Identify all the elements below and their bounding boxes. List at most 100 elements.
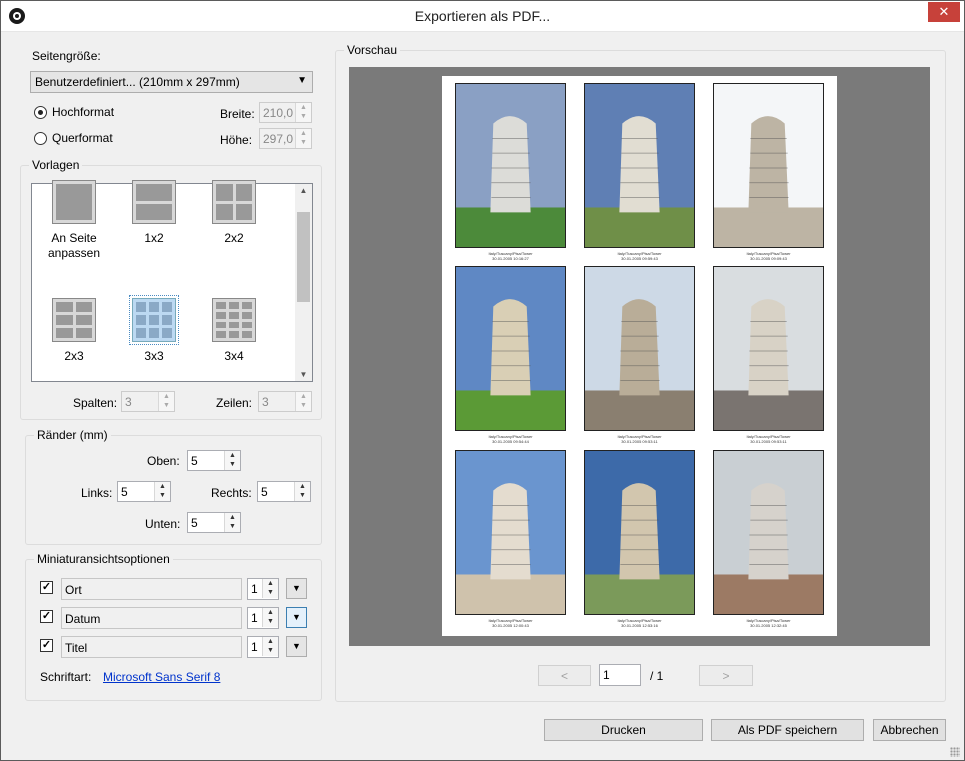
option-lines-stepper[interactable]: 1 ▲ ▼	[247, 607, 279, 629]
scroll-up-icon[interactable]: ▲	[295, 186, 312, 195]
spin-down-icon[interactable]: ▼	[159, 401, 174, 410]
spin-up-icon[interactable]: ▲	[225, 451, 240, 460]
preview-thumbnail: Italy/Tuscany/Pisa/Tower 30.01.2005 09:53…	[713, 266, 824, 444]
spin-down-icon[interactable]: ▼	[295, 491, 310, 500]
margin-right-value: 5	[261, 485, 268, 499]
option-dropdown-button[interactable]: ▼	[286, 607, 307, 628]
thumbnail-caption-date: 30.01.2005 12:32:45	[750, 623, 787, 628]
chevron-down-icon: ▼	[292, 583, 301, 593]
option-lines-value: 1	[251, 582, 258, 596]
template-3x4[interactable]: 3x4	[194, 298, 274, 364]
margin-bottom-stepper[interactable]: 5 ▲ ▼	[187, 512, 241, 533]
spin-up-icon[interactable]: ▲	[263, 579, 278, 588]
spin-up-icon[interactable]: ▲	[296, 103, 311, 112]
chevron-down-icon: ▼	[292, 612, 301, 622]
preview-thumbnail: Italy/Tuscany/Pisa/Tower 30.01.2005 09:54…	[455, 266, 566, 444]
thumbnail-photo	[584, 83, 695, 248]
template-grid-icon	[132, 180, 176, 224]
template-2x3[interactable]: 2x3	[34, 298, 114, 364]
cancel-button[interactable]: Abbrechen	[873, 719, 946, 741]
preview-thumbnail: Italy/Tuscany/Pisa/Tower 30.01.2005 09:59…	[584, 83, 695, 261]
next-page-button[interactable]: >	[699, 665, 753, 686]
spin-up-icon[interactable]: ▲	[263, 608, 278, 617]
margin-left-stepper[interactable]: 5 ▲ ▼	[117, 481, 171, 502]
thumbnail-caption-date: 30.01.2005 09:53:11	[621, 439, 658, 444]
page-size-label: Seitengröße:	[32, 49, 101, 63]
option-checkbox-titel[interactable]: ✓	[40, 639, 53, 652]
template-scrollbar[interactable]: ▲ ▼	[295, 184, 312, 381]
page-number-input[interactable]: 1	[599, 664, 641, 686]
spin-up-icon[interactable]: ▲	[295, 482, 310, 491]
template-3x3[interactable]: 3x3	[114, 295, 194, 364]
spin-down-icon[interactable]: ▼	[263, 646, 278, 655]
option-dropdown-button[interactable]: ▼	[286, 578, 307, 599]
preview-legend: Vorschau	[344, 43, 401, 57]
template-grid-icon	[52, 180, 96, 224]
option-lines-stepper[interactable]: 1 ▲ ▼	[247, 578, 279, 600]
margin-left-label: Links:	[81, 486, 113, 500]
spin-up-icon[interactable]: ▲	[296, 392, 311, 401]
option-checkbox-datum[interactable]: ✓	[40, 610, 53, 623]
height-stepper[interactable]: 297,0 ▲ ▼	[259, 128, 312, 149]
template-list[interactable]: An Seite anpassen 1x2 2x2 2x3 3x3 3x4 ▲ ▼	[31, 180, 313, 382]
margin-top-stepper[interactable]: 5 ▲ ▼	[187, 450, 241, 471]
template-2x2[interactable]: 2x2	[194, 180, 274, 246]
window-title: Exportieren als PDF...	[414, 8, 551, 24]
page-size-select[interactable]: Benutzerdefiniert... (210mm x 297mm) ▼	[30, 71, 313, 93]
margin-right-stepper[interactable]: 5 ▲ ▼	[257, 481, 311, 502]
width-stepper[interactable]: 210,0 ▲ ▼	[259, 102, 312, 123]
option-lines-stepper[interactable]: 1 ▲ ▼	[247, 636, 279, 658]
option-dropdown-button[interactable]: ▼	[286, 636, 307, 657]
template-label: 3x3	[144, 349, 164, 363]
thumbnail-photo	[584, 450, 695, 615]
template-an-seite-anpassen[interactable]: An Seite anpassen	[34, 180, 114, 261]
spin-up-icon[interactable]: ▲	[159, 392, 174, 401]
page-number-value: 1	[603, 668, 610, 682]
scroll-thumb[interactable]	[297, 212, 310, 302]
resize-grip-icon[interactable]	[950, 747, 960, 757]
spin-down-icon[interactable]: ▼	[263, 617, 278, 626]
option-field-datum[interactable]: Datum	[61, 607, 242, 629]
spin-up-icon[interactable]: ▲	[155, 482, 170, 491]
option-field-titel[interactable]: Titel	[61, 636, 242, 658]
spin-down-icon[interactable]: ▼	[263, 588, 278, 597]
font-link[interactable]: Microsoft Sans Serif 8	[103, 670, 220, 684]
spin-down-icon[interactable]: ▼	[155, 491, 170, 500]
thumbnail-photo	[455, 266, 566, 431]
print-button[interactable]: Drucken	[544, 719, 703, 741]
close-button[interactable]: ✕	[928, 2, 960, 22]
spin-up-icon[interactable]: ▲	[263, 637, 278, 646]
margin-left-value: 5	[121, 485, 128, 499]
prev-page-button[interactable]: <	[538, 665, 591, 686]
spin-down-icon[interactable]: ▼	[296, 112, 311, 121]
spin-up-icon[interactable]: ▲	[296, 129, 311, 138]
thumbnail-caption-date: 30.01.2005 12:53:16	[621, 623, 658, 628]
columns-label: Spalten:	[73, 396, 118, 410]
spin-down-icon[interactable]: ▼	[296, 138, 311, 147]
spin-down-icon[interactable]: ▼	[225, 460, 240, 469]
option-checkbox-ort[interactable]: ✓	[40, 581, 53, 594]
preview-thumbnail: Italy/Tuscany/Pisa/Tower 30.01.2005 09:53…	[584, 266, 695, 444]
thumbnail-caption-date: 30.01.2005 09:54:44	[492, 439, 529, 444]
spin-down-icon[interactable]: ▼	[225, 522, 240, 531]
rows-stepper[interactable]: 3 ▲ ▼	[258, 391, 312, 412]
save-pdf-button[interactable]: Als PDF speichern	[711, 719, 864, 741]
preview-thumbnail: Italy/Tuscany/Pisa/Tower 30.01.2005 12:32…	[713, 450, 824, 628]
scroll-down-icon[interactable]: ▼	[295, 370, 312, 379]
thumbnail-caption-date: 30.01.2005 09:59:43	[621, 256, 658, 261]
portrait-label[interactable]: Hochformat	[52, 105, 114, 119]
close-icon: ✕	[938, 4, 950, 19]
preview-thumbnail: Italy/Tuscany/Pisa/Tower 30.01.2005 12:00…	[455, 450, 566, 628]
spin-down-icon[interactable]: ▼	[296, 401, 311, 410]
chevron-down-icon: ▼	[297, 75, 307, 86]
columns-stepper[interactable]: 3 ▲ ▼	[121, 391, 175, 412]
portrait-radio[interactable]	[34, 106, 47, 119]
thumbnail-photo	[713, 450, 824, 615]
landscape-label[interactable]: Querformat	[52, 131, 113, 145]
option-field-ort[interactable]: Ort	[61, 578, 242, 600]
spin-up-icon[interactable]: ▲	[225, 513, 240, 522]
margin-bottom-label: Unten:	[145, 517, 181, 531]
template-1x2[interactable]: 1x2	[114, 180, 194, 246]
landscape-radio[interactable]	[34, 132, 47, 145]
template-label: 2x3	[64, 349, 84, 363]
